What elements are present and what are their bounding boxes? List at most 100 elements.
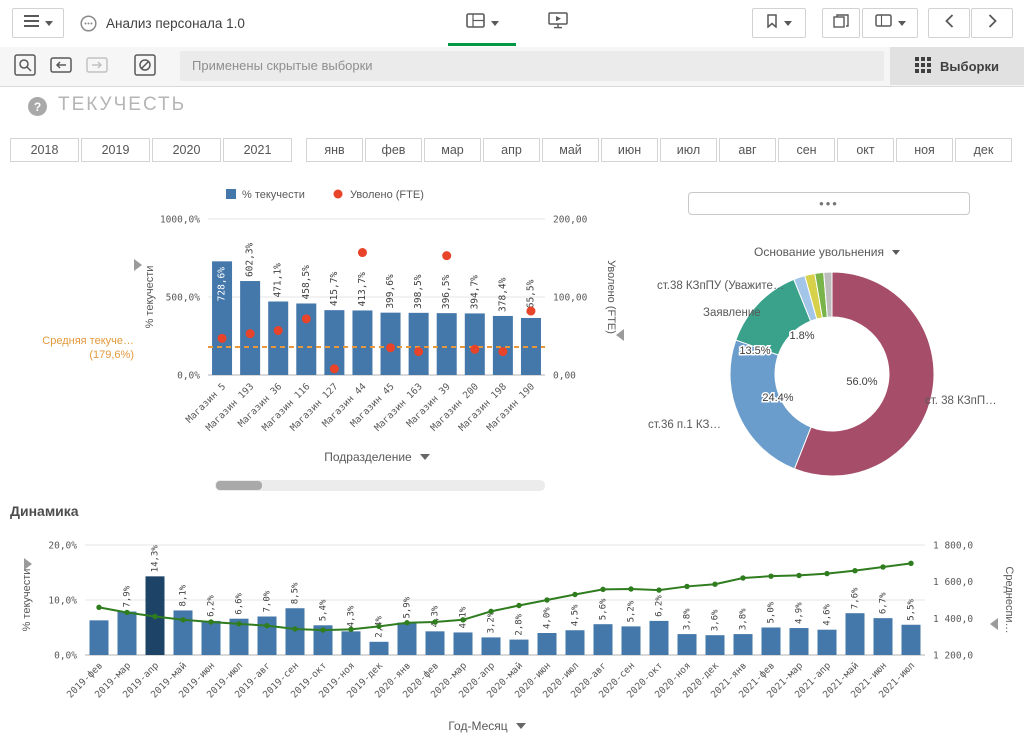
prev-sheet-button[interactable] [928,8,970,38]
line-dot-2021-май[interactable] [852,568,857,573]
step-forward-button[interactable] [84,54,110,80]
global-menu-button[interactable] [12,8,64,38]
line-dot-2020-авг[interactable] [600,587,605,592]
selections-panel-button[interactable]: Выборки [890,47,1024,85]
x-axis-title[interactable]: Подразделение [324,450,412,464]
line-dot-2021-июн[interactable] [880,564,885,569]
bar-2021-янв[interactable] [734,634,753,655]
line-dot-2019-фев[interactable] [96,605,101,610]
line-dot-2019-ноя[interactable] [348,627,353,632]
line-dot-2020-май[interactable] [516,603,521,608]
caret-down-icon[interactable] [420,454,430,460]
line-dot-2020-фев[interactable] [432,619,437,624]
line-dot-2021-фев[interactable] [768,573,773,578]
bar-2021-фев[interactable] [762,628,781,656]
step-back-button[interactable] [48,54,74,80]
bar-2019-авг[interactable] [258,617,277,656]
bar-2019-мар[interactable] [118,612,137,655]
bar-Магазин 36[interactable] [268,302,288,375]
line-dot-2020-янв[interactable] [404,620,409,625]
bar-Магазин 39[interactable] [437,313,457,375]
bar-2020-июл[interactable] [566,630,585,655]
line-dot-2019-июн[interactable] [208,619,213,624]
headcount-line[interactable] [99,563,911,630]
scroll-right-arrow[interactable] [134,259,142,271]
bar-2021-июн[interactable] [874,618,893,655]
legend-label-dot[interactable]: Уволено (FTE) [350,189,424,201]
month-filter-фев[interactable]: фев [365,138,422,162]
year-filter-2020[interactable]: 2020 [152,138,221,162]
line-dot-2021-апр[interactable] [824,571,829,576]
bar-Магазин 198[interactable] [493,316,513,375]
line-dot-2019-авг[interactable] [264,623,269,628]
selections-search-button[interactable] [12,54,38,80]
line-dot-2020-сен[interactable] [628,586,633,591]
line-dot-2020-июн[interactable] [544,597,549,602]
bar-2020-мар[interactable] [454,632,473,655]
scatter-dot-Магазин 193[interactable] [246,329,255,338]
bar-Магазин 200[interactable] [465,313,485,375]
bar-2020-фев[interactable] [426,631,445,655]
legend-swatch-dot[interactable] [334,190,343,199]
donut-slice-name[interactable]: ст.38 КЗпПУ (Уважите… [657,280,784,292]
line-dot-2020-ноя[interactable] [684,584,689,589]
scatter-dot-Магазин 200[interactable] [470,345,479,354]
month-filter-ноя[interactable]: ноя [896,138,953,162]
legend-swatch-bar[interactable] [226,189,236,199]
bar-Магазин 193[interactable] [240,281,260,375]
year-filter-2019[interactable]: 2019 [81,138,150,162]
month-filter-дек[interactable]: дек [955,138,1012,162]
year-filter-2021[interactable]: 2021 [223,138,292,162]
bar-2020-июн[interactable] [538,633,557,655]
month-filter-май[interactable]: май [542,138,599,162]
month-filter-июл[interactable]: июл [660,138,717,162]
bookmarks-button[interactable] [752,8,806,38]
collapse-left-arrow[interactable] [990,618,998,630]
month-filter-июн[interactable]: июн [601,138,658,162]
bar-2020-апр[interactable] [482,637,501,655]
line-dot-2020-мар[interactable] [460,617,465,622]
bar-2019-ноя[interactable] [342,631,361,655]
bar-2021-мар[interactable] [790,628,809,655]
more-options-button[interactable]: ••• [688,192,970,215]
line-dot-2020-окт[interactable] [656,587,661,592]
month-filter-янв[interactable]: янв [306,138,363,162]
year-filter-2018[interactable]: 2018 [10,138,79,162]
donut-slice-name[interactable]: ст.36 п.1 КЗ… [648,419,721,431]
next-sheet-button[interactable] [971,8,1013,38]
sheets-overview-button[interactable] [822,8,860,38]
x-axis-title[interactable]: Год-Месяц [448,719,507,733]
bar-2020-май[interactable] [510,640,529,655]
presentation-button[interactable] [540,8,576,38]
month-filter-окт[interactable]: окт [837,138,894,162]
scatter-dot-Магазин 190[interactable] [526,307,535,316]
line-dot-2020-апр[interactable] [488,609,493,614]
line-dot-2019-май[interactable] [180,617,185,622]
month-filter-апр[interactable]: апр [483,138,540,162]
bar-Магазин 116[interactable] [296,303,316,375]
scatter-dot-Магазин 5[interactable] [218,334,227,343]
line-dot-2019-дек[interactable] [376,624,381,629]
bar-2020-ноя[interactable] [678,634,697,655]
donut-slice-name[interactable]: Заявление [703,307,761,319]
line-dot-2019-июл[interactable] [236,621,241,626]
line-dot-2019-окт[interactable] [320,627,325,632]
scatter-dot-Магазин 44[interactable] [358,248,367,257]
scatter-dot-Магазин 36[interactable] [274,326,283,335]
scatter-dot-Магазин 45[interactable] [386,343,395,352]
donut-slice-ст.36 п.1 КЗ…[interactable] [730,340,811,469]
bar-2020-окт[interactable] [650,621,669,655]
bar-2020-сен[interactable] [622,626,641,655]
line-dot-2020-июл[interactable] [572,592,577,597]
bar-2021-апр[interactable] [818,630,837,655]
bar-Магазин 163[interactable] [409,313,429,375]
line-dot-2020-дек[interactable] [712,582,717,587]
sheet-selector-button[interactable] [448,8,516,38]
scatter-dot-Магазин 127[interactable] [330,364,339,373]
month-filter-авг[interactable]: авг [719,138,776,162]
month-filter-мар[interactable]: мар [424,138,481,162]
scatter-dot-Магазин 116[interactable] [302,314,311,323]
donut-dimension-selector[interactable]: Основание увольнения [630,245,1024,259]
bar-2019-июн[interactable] [202,621,221,655]
sheet-menu-button[interactable] [862,8,918,38]
